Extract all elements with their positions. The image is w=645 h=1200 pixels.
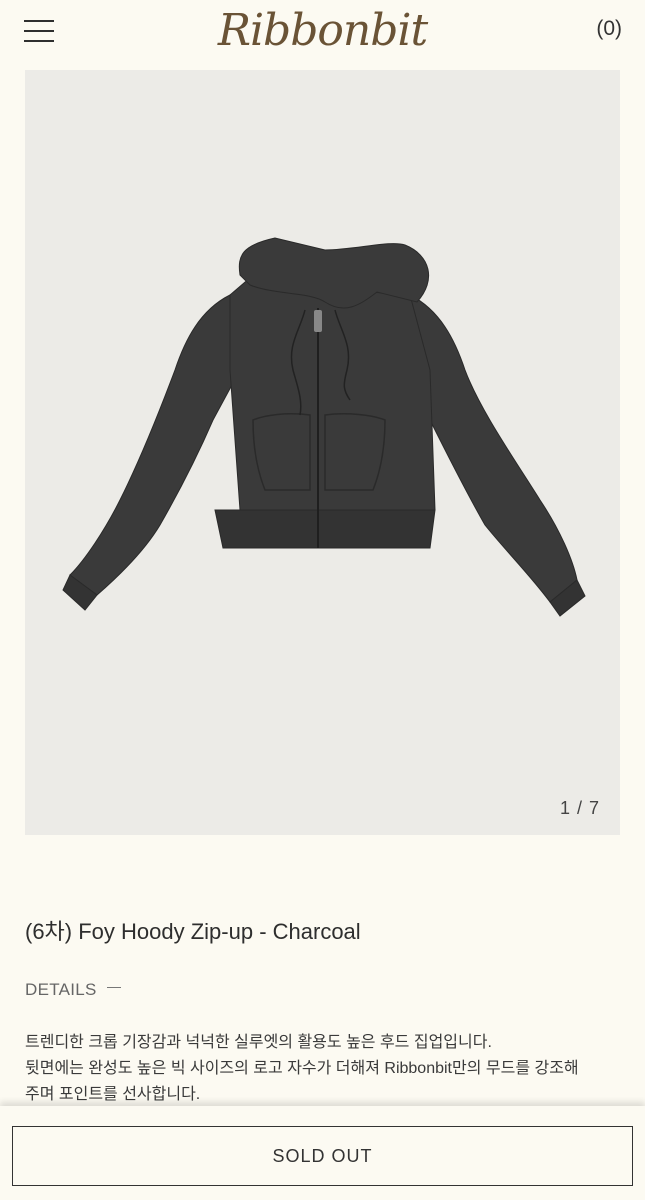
image-counter: 1 / 7 bbox=[559, 798, 600, 818]
collapse-dash-icon bbox=[106, 987, 121, 989]
description-line: 주며 포인트를 선사합니다. bbox=[25, 1086, 201, 1103]
product-image bbox=[62, 237, 586, 617]
details-label: DETAILS bbox=[25, 980, 97, 999]
cart-count[interactable]: (0) bbox=[596, 17, 622, 41]
brand-logo[interactable]: Ribbonbit bbox=[0, 0, 645, 62]
product-image-gallery[interactable]: 1 / 7 bbox=[25, 70, 620, 835]
description-line: 트렌디한 크롭 기장감과 넉넉한 실루엣의 활용도 높은 후드 집업입니다. bbox=[25, 1034, 492, 1051]
product-description: 트렌디한 크롭 기장감과 넉넉한 실루엣의 활용도 높은 후드 집업입니다. 뒷… bbox=[25, 1030, 625, 1108]
bottom-action-bar: SOLD OUT bbox=[0, 1106, 645, 1200]
sold-out-button[interactable]: SOLD OUT bbox=[12, 1126, 633, 1186]
description-line: 뒷면에는 완성도 높은 빅 사이즈의 로고 자수가 더해져 Ribbonbit만… bbox=[25, 1060, 579, 1077]
header: Ribbonbit (0) bbox=[0, 0, 645, 62]
product-page: Ribbonbit (0) 1 / 7 (6차) Foy Hoody Zip-u… bbox=[0, 0, 645, 1200]
product-title: (6차) Foy Hoody Zip-up - Charcoal bbox=[25, 919, 361, 944]
details-toggle[interactable]: DETAILS bbox=[25, 980, 121, 1000]
